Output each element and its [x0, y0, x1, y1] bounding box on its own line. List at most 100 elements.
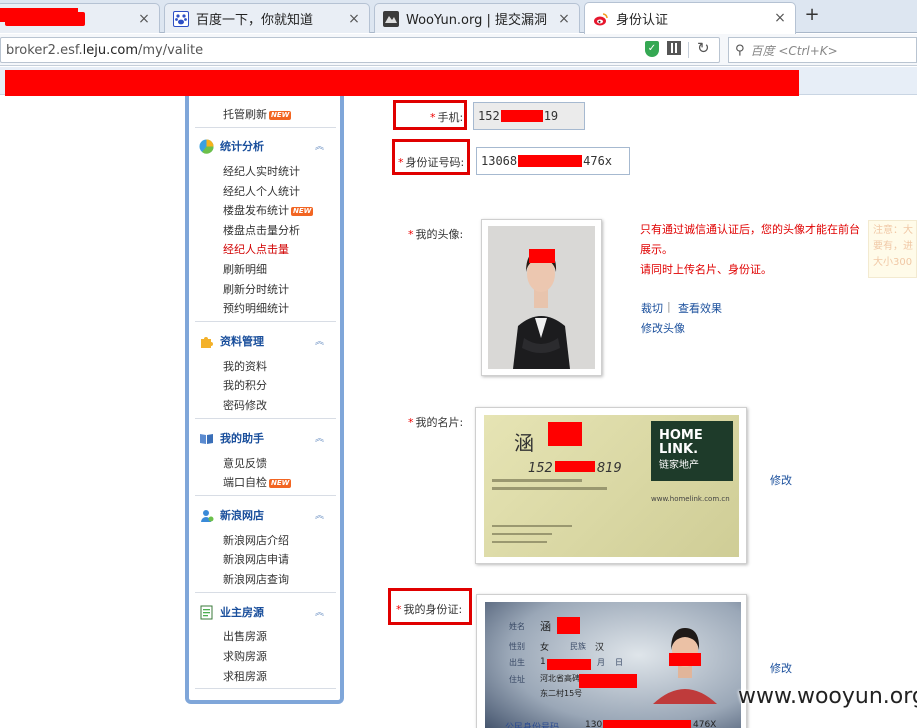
sidebar-section-owner-listings[interactable]: 业主房源	[199, 604, 264, 620]
edit-id-link[interactable]: 修改	[770, 660, 792, 676]
sidebar-item-booking-detail[interactable]: 预约明细统计	[223, 300, 289, 316]
homelink-logo: HOME LINK. 链家地产	[651, 421, 733, 481]
avatar-label-text: 我的头像:	[415, 228, 464, 241]
id-gender-val: 女	[540, 643, 550, 653]
edit-card-link[interactable]: 修改	[770, 472, 792, 488]
search-input[interactable]: ⚲ 百度 <Ctrl+K>	[728, 37, 917, 63]
sidebar-item-my-points[interactable]: 我的积分	[223, 377, 267, 393]
id-card-image: 姓名 涵 性别 女 民族 汉 出生 1 月 日 住址 河北省高碑 东二村15号 …	[485, 602, 741, 728]
card-text-line	[492, 487, 607, 490]
sidebar-item-password[interactable]: 密码修改	[223, 397, 267, 413]
sina-weibo-icon	[593, 10, 609, 27]
sidebar-item-managed-refresh[interactable]: 托管刷新 NEW	[223, 106, 292, 122]
sidebar-item-building-publish[interactable]: 楼盘发布统计 NEW	[223, 202, 314, 218]
id-card-photo[interactable]: 姓名 涵 性别 女 民族 汉 出生 1 月 日 住址 河北省高碑 东二村15号 …	[476, 594, 747, 728]
business-card-image: 涵 152 819 HOME LINK. 链家地产 www.homelink.co…	[484, 415, 739, 557]
tab-close-icon[interactable]: ×	[347, 11, 361, 27]
tab-close-icon[interactable]: ×	[773, 10, 787, 26]
required-mark: *	[408, 416, 414, 429]
sidebar-section-title: 业主房源	[220, 606, 264, 619]
sidebar-divider	[195, 321, 336, 322]
sidebar-item-broker-personal[interactable]: 经纪人个人统计	[223, 183, 300, 199]
logo-line2: LINK.	[659, 442, 699, 457]
tab-label: WooYun.org | 提交漏洞	[406, 13, 548, 28]
collapse-chevron-icon[interactable]: ︽	[315, 431, 324, 444]
new-badge: NEW	[291, 207, 314, 216]
redaction-id-face	[669, 653, 701, 666]
sidebar-item-port-check[interactable]: 端口自检 NEW	[223, 474, 292, 490]
sidebar-item-shop-apply[interactable]: 新浪网店申请	[223, 551, 289, 567]
search-placeholder: 百度 <Ctrl+K>	[750, 43, 838, 58]
sidebar-item-building-clicks[interactable]: 楼盘点击量分析	[223, 222, 300, 238]
sidebar-divider	[195, 418, 336, 419]
idcard-suffix: 476x	[583, 154, 613, 168]
avatar-note-line1: 只有通过诚信通认证后，您的头像才能在前台	[640, 223, 860, 236]
sidebar-section-assistant[interactable]: 我的助手	[199, 430, 264, 446]
idcard-field[interactable]: 13068 476x	[476, 147, 630, 175]
idcard-highlight-box	[392, 139, 470, 175]
security-shield-icon[interactable]: ✓	[645, 41, 659, 57]
avatar-image	[488, 226, 595, 369]
redaction-id-address	[579, 674, 637, 688]
card-label-text: 我的名片:	[415, 416, 464, 429]
tab-identity-verification[interactable]: 身份认证 ×	[584, 2, 796, 34]
hint-line: 注意：大	[873, 225, 913, 236]
id-name-char: 涵	[540, 620, 551, 633]
sidebar-section-stats[interactable]: 统计分析	[199, 138, 264, 154]
tab-close-icon[interactable]: ×	[557, 11, 571, 27]
sidebar-item-refresh-detail[interactable]: 刷新明细	[223, 261, 267, 277]
book-icon	[199, 431, 214, 446]
tab-wooyun[interactable]: WooYun.org | 提交漏洞 ×	[374, 3, 580, 33]
tab-baidu[interactable]: 百度一下，你就知道 ×	[164, 3, 370, 33]
collapse-chevron-icon[interactable]: ︽	[315, 508, 324, 521]
id-field-idnum: 公民身份号码	[505, 723, 560, 728]
business-card-photo[interactable]: 涵 152 819 HOME LINK. 链家地产 www.homelink.co…	[475, 407, 747, 564]
document-icon	[199, 605, 214, 620]
sidebar-item-feedback[interactable]: 意见反馈	[223, 455, 267, 471]
tab-close-icon[interactable]: ×	[137, 11, 151, 27]
sidebar-section-title: 新浪网店	[220, 509, 264, 522]
logo-cn: 链家地产	[659, 460, 699, 471]
crop-link[interactable]: 裁切	[641, 300, 663, 316]
redaction-face	[529, 249, 555, 263]
card-website: www.homelink.com.cn	[651, 495, 730, 503]
url-path: /my/valite	[137, 42, 204, 58]
id-ethnic-val: 汉	[595, 643, 605, 653]
sidebar-item-label: 端口自检	[223, 476, 267, 489]
redaction-id-name	[557, 617, 580, 634]
idcard-prefix: 13068	[481, 154, 518, 168]
address-input[interactable]: broker2.esf. leju.com/my/valite	[0, 37, 720, 63]
new-tab-button[interactable]: +	[800, 5, 824, 27]
reload-icon[interactable]: ↻	[697, 39, 710, 57]
qr-code-icon[interactable]	[667, 41, 681, 55]
edit-avatar-link[interactable]: 修改头像	[641, 320, 685, 336]
navigation-bar: broker2.esf. leju.com/my/valite ✓ ↻ ⚲ 百度 …	[0, 34, 917, 66]
sidebar-item-wanted-rent[interactable]: 求租房源	[223, 668, 267, 684]
phone-field[interactable]: 152 19	[473, 102, 585, 130]
sidebar-section-title: 我的助手	[220, 432, 264, 445]
collapse-chevron-icon[interactable]: ︽	[315, 334, 324, 347]
sidebar-item-broker-clicks[interactable]: 经纪人点击量	[223, 241, 289, 257]
sidebar-section-profile[interactable]: 资料管理	[199, 333, 264, 349]
sidebar-item-shop-intro[interactable]: 新浪网店介绍	[223, 532, 289, 548]
sidebar-item-my-profile[interactable]: 我的资料	[223, 358, 267, 374]
card-text-line	[492, 479, 582, 482]
sidebar-item-broker-realtime[interactable]: 经纪人实时统计	[223, 163, 300, 179]
avatar-photo[interactable]	[481, 219, 602, 376]
card-label: * 我的名片:	[408, 414, 463, 430]
id-birth-month: 月	[597, 658, 605, 667]
id-photo-highlight-box	[388, 588, 472, 625]
sidebar-item-wanted-buy[interactable]: 求购房源	[223, 648, 267, 664]
view-effect-link[interactable]: 查看效果	[678, 300, 722, 316]
avatar-note-line2: 展示。	[640, 243, 673, 256]
collapse-chevron-icon[interactable]: ︽	[315, 605, 324, 618]
sidebar-item-for-sale[interactable]: 出售房源	[223, 628, 267, 644]
redaction-card-name	[548, 422, 582, 446]
id-address-line2: 东二村15号	[540, 689, 583, 698]
sidebar-item-refresh-hourly[interactable]: 刷新分时统计	[223, 281, 289, 297]
hint-tooltip: 注意：大 要有，进 大小300	[868, 220, 917, 278]
collapse-chevron-icon[interactable]: ︽	[315, 139, 324, 152]
redaction-card-phone	[554, 461, 595, 472]
sidebar-item-shop-query[interactable]: 新浪网店查询	[223, 571, 289, 587]
sidebar-section-sina-shop[interactable]: 新浪网店	[199, 507, 264, 523]
